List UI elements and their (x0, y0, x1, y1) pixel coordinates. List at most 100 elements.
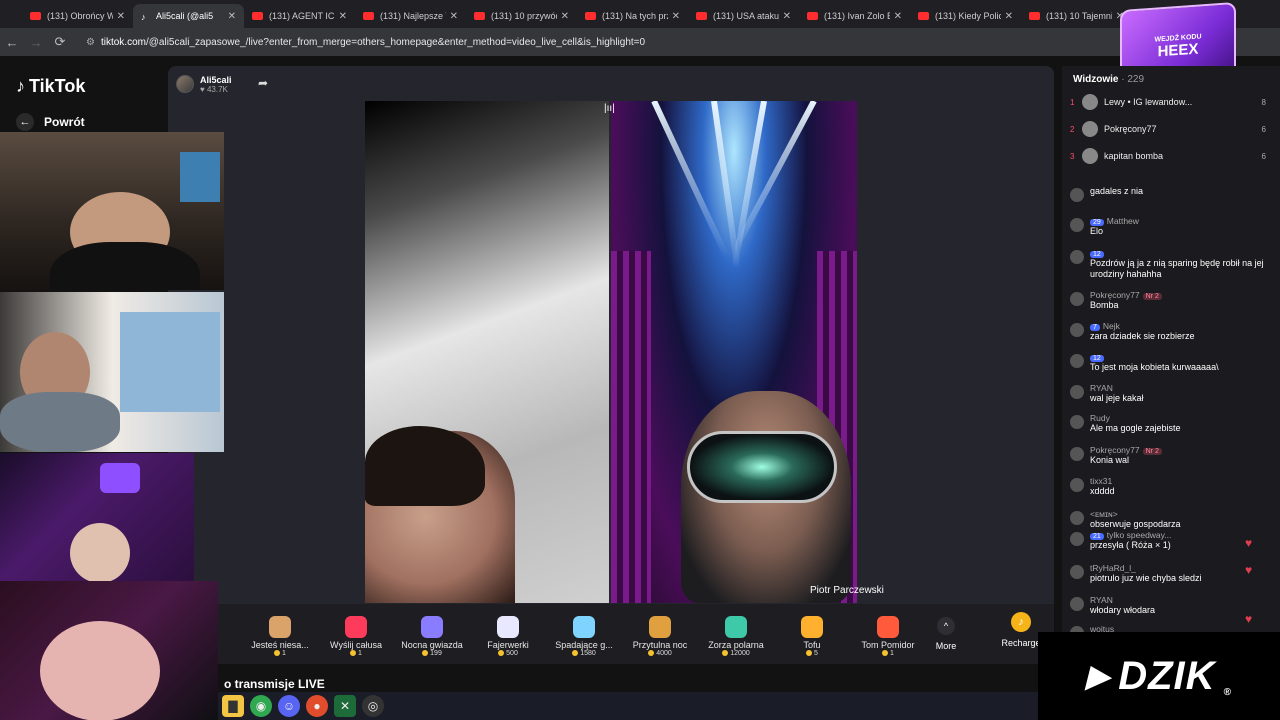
browser-tab[interactable]: (131) Na tych prze ✕ (577, 4, 688, 28)
gift-item[interactable]: Wyślij całusa 1 (318, 612, 394, 657)
forward-arrow-icon[interactable]: → (24, 35, 48, 50)
share-icon[interactable]: ➦ (258, 76, 274, 92)
chat-message[interactable]: RYAN włodary włodara (1070, 595, 1270, 616)
avatar[interactable] (1082, 94, 1098, 110)
chat-username[interactable]: tRyHaRd_l_ (1090, 563, 1136, 573)
host-info[interactable]: Ali5cali ♥ 43.7K (176, 72, 232, 96)
chat-message[interactable]: 29 Matthew Elo (1070, 216, 1270, 237)
avatar[interactable] (1070, 415, 1084, 429)
avatar[interactable] (1070, 385, 1084, 399)
chat-message[interactable]: 12 To jest moja kobieta kurwaaaaa\ (1070, 352, 1270, 373)
chat-username[interactable]: Pokręcony77 (1090, 290, 1140, 300)
chat-username[interactable]: tylko speedway... (1107, 530, 1172, 540)
avatar[interactable] (1082, 121, 1098, 137)
coin-icon: ♪ (1011, 612, 1031, 632)
gift-item[interactable]: Tofu 5 (774, 612, 850, 657)
app-icon[interactable]: ● (306, 695, 328, 717)
avatar[interactable] (1070, 354, 1084, 368)
chat-message[interactable]: tixx31 xdddd (1070, 476, 1270, 497)
close-tab-icon[interactable]: ✕ (450, 11, 458, 22)
viewers-header[interactable]: Widzowie · 229 (1073, 74, 1144, 85)
browser-tab[interactable]: (131) Najlepsze Te ✕ (355, 4, 466, 28)
file-explorer-icon[interactable]: ▇ (222, 695, 244, 717)
chat-message[interactable]: Pokręcony77 Nr 2 Bomba (1070, 290, 1270, 311)
avatar[interactable] (1070, 565, 1084, 579)
browser-tab[interactable]: (131) Obrońcy Wi ✕ (22, 4, 133, 28)
close-tab-icon[interactable]: ✕ (339, 11, 347, 22)
coin-icon (498, 649, 505, 656)
gift-item[interactable]: Zorza polarna 12000 (698, 612, 774, 657)
top-viewer-row[interactable]: 2 Pokręcony77 6 (1070, 119, 1266, 139)
guest-name[interactable]: Piotr Parczewski (810, 585, 884, 596)
chat-username[interactable]: Pokręcony77 (1090, 445, 1140, 455)
avatar[interactable] (1070, 218, 1084, 232)
chat-username[interactable]: Matthew (1107, 216, 1139, 226)
close-tab-icon[interactable]: ✕ (561, 11, 569, 22)
gift-item[interactable]: Spadające g... 1580 (546, 612, 622, 657)
discord-icon[interactable]: ☺ (278, 695, 300, 717)
split-screen-icon[interactable]: |ıı| (604, 103, 615, 114)
chat-message[interactable]: Pokręcony77 Nr 2 Konia wal (1070, 445, 1270, 466)
browser-tab[interactable]: (131) USA atakuje ✕ (688, 4, 799, 28)
avatar[interactable] (1070, 532, 1084, 546)
browser-tab[interactable]: ♪ Ali5cali (@ali5 ✕ (133, 4, 244, 28)
obs-icon[interactable]: ◎ (362, 695, 384, 717)
url-field[interactable]: ⚙ tiktok.com /@ali5cali_zapasowe_/live?e… (86, 33, 1236, 51)
top-viewer-row[interactable]: 1 Lewy • IG lewandow... 8 (1070, 92, 1266, 112)
browser-tab[interactable]: (131) 10 przywód ✕ (466, 4, 577, 28)
avatar[interactable] (1070, 447, 1084, 461)
browser-tab[interactable]: (131) AGENT ICE ✕ (244, 4, 355, 28)
host-avatar[interactable] (176, 75, 194, 93)
chat-username[interactable]: RYAN (1090, 595, 1113, 605)
site-info-icon[interactable]: ⚙ (86, 37, 95, 48)
chat-username[interactable]: RYAN (1090, 383, 1113, 393)
back-button[interactable]: ← Powrót (16, 113, 85, 131)
browser-tab[interactable]: (131) Ivan Zolo B ✕ (799, 4, 910, 28)
gift-item[interactable]: Przytulna noc 4000 (622, 612, 698, 657)
chat-message[interactable]: RYAN wal jeje kakał (1070, 383, 1270, 404)
close-tab-icon[interactable]: ✕ (117, 11, 125, 22)
gift-item[interactable]: Nocna gwiazda 199 (394, 612, 470, 657)
reload-icon[interactable]: ⟳ (48, 34, 72, 50)
chat-message[interactable]: 12 Pozdrów ją ja z nią sparing będę robił… (1070, 248, 1270, 280)
chat-username[interactable]: Rudy (1090, 413, 1110, 423)
gift-price-value: 1 (282, 649, 286, 657)
chat-username[interactable]: Nejk (1103, 321, 1120, 331)
avatar[interactable] (1070, 188, 1084, 202)
avatar[interactable] (1070, 323, 1084, 337)
close-tab-icon[interactable]: ✕ (894, 11, 902, 22)
avatar[interactable] (1070, 250, 1084, 264)
chat-message[interactable]: 21 tylko speedway... przesyła ( Róża × 1) (1070, 530, 1270, 551)
chrome-icon[interactable]: ◉ (250, 695, 272, 717)
tiktok-logo[interactable]: ♪ TikTok (16, 76, 85, 97)
browser-tab[interactable]: (131) 10 Tajemnic✕ (1021, 4, 1132, 28)
gift-item[interactable]: Jesteś niesa... 1 (242, 612, 318, 657)
chat-username[interactable]: tixx31 (1090, 476, 1112, 486)
chat-message-body: Rudy Ale ma gogle zajebiste (1090, 413, 1181, 434)
chat-message[interactable]: 7 Nejk zara dziadek sie rozbierze (1070, 321, 1270, 342)
avatar[interactable] (1070, 292, 1084, 306)
chat-username[interactable]: <ᴇᴍɪɴ> (1090, 509, 1118, 519)
browser-tab[interactable]: (131) Kiedy Polic ✕ (910, 4, 1021, 28)
top-viewer-row[interactable]: 3 kapitan bomba 6 (1070, 146, 1266, 166)
avatar[interactable] (1070, 511, 1084, 525)
youtube-icon (918, 12, 929, 20)
chat-message[interactable]: Rudy Ale ma gogle zajebiste (1070, 413, 1270, 434)
avatar[interactable] (1070, 597, 1084, 611)
registered-mark: ® (1223, 687, 1232, 698)
gift-item[interactable]: Tom Pomidor 1 (850, 612, 926, 657)
avatar[interactable] (1082, 148, 1098, 164)
close-tab-icon[interactable]: ✕ (783, 11, 791, 22)
close-tab-icon[interactable]: ✕ (672, 11, 680, 22)
close-tab-icon[interactable]: ✕ (1005, 11, 1013, 22)
chat-message[interactable]: <ᴇᴍɪɴ> obserwuje gospodarza (1070, 509, 1270, 530)
chat-message[interactable]: gadales z nia (1070, 186, 1270, 202)
back-arrow-icon[interactable]: ← (0, 35, 24, 50)
gift-price-value: 12000 (730, 649, 750, 657)
gift-item[interactable]: Fajerwerki 500 (470, 612, 546, 657)
excel-icon[interactable]: ✕ (334, 695, 356, 717)
chat-message[interactable]: tRyHaRd_l_ piotrulo juz wie chyba sledzi (1070, 563, 1270, 584)
more-gifts-button[interactable]: ^ More (926, 617, 966, 651)
avatar[interactable] (1070, 478, 1084, 492)
close-tab-icon[interactable]: ✕ (228, 11, 236, 22)
